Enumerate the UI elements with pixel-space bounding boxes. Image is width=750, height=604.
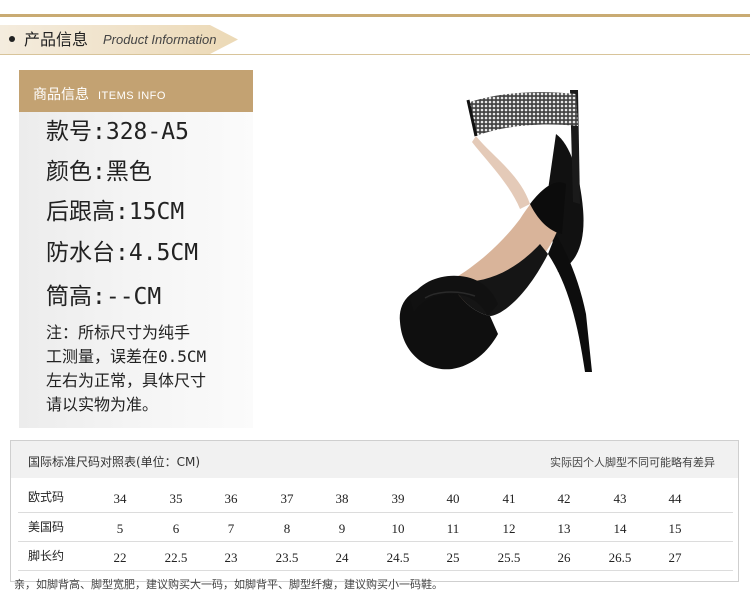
note-line: 请以实物为准。: [46, 395, 159, 414]
bullet-dot-icon: [9, 36, 15, 42]
size-cell: 40: [446, 491, 460, 506]
row-divider: [18, 570, 733, 571]
top-rule: [0, 14, 750, 17]
size-cell: 35: [169, 491, 183, 506]
section-title-cn: 产品信息: [24, 30, 89, 49]
row-label-us: 美国码: [28, 520, 65, 534]
size-cell: 10: [391, 521, 405, 536]
note-line: 左右为正常，具体尺寸: [46, 371, 207, 390]
size-cell: 11: [446, 521, 460, 536]
measurement-note: 注：所标尺寸为纯手 工测量，误差在0.5CM 左右为正常，具体尺寸 请以实物为准…: [46, 321, 246, 417]
size-cell: 37: [280, 491, 294, 506]
product-sandal-image: [399, 90, 592, 372]
size-cell: 6: [172, 521, 180, 536]
row-divider: [18, 512, 733, 513]
size-cell: 36: [224, 491, 238, 506]
size-cell: 7: [227, 521, 235, 536]
size-cell: 41: [502, 491, 516, 506]
size-cell: 25.5: [497, 550, 521, 565]
section-header-underline: [0, 54, 750, 55]
size-cell: 23.5: [275, 550, 299, 565]
size-cell: 8: [283, 521, 291, 536]
size-cell: 5: [116, 521, 124, 536]
note-line: 工测量，误差在0.5CM: [46, 347, 207, 366]
spec-style-number: 款号:328-A5: [46, 119, 189, 145]
size-cell: 26.5: [608, 550, 632, 565]
size-cell: 39: [391, 491, 405, 506]
spec-platform-height: 防水台:4.5CM: [46, 240, 199, 266]
size-cell: 26: [557, 550, 571, 565]
size-cell: 22.5: [164, 550, 188, 565]
size-cell: 14: [613, 521, 627, 536]
spec-color: 颜色:黑色: [46, 159, 152, 185]
size-cell: 25: [446, 550, 460, 565]
spec-shaft-height: 筒高:--CM: [46, 284, 162, 310]
size-cell: 23: [224, 550, 238, 565]
section-title-en: Product Information: [103, 32, 217, 47]
size-cell: 24: [335, 550, 349, 565]
size-cell: 22: [113, 550, 127, 565]
size-cell: 13: [557, 521, 571, 536]
size-cell: 9: [338, 521, 346, 536]
size-cell: 24.5: [386, 550, 410, 565]
size-cell: 42: [557, 491, 571, 506]
spec-heel-height: 后跟高:15CM: [46, 199, 185, 225]
size-cell: 44: [668, 491, 682, 506]
row-label-foot-length: 脚长约: [28, 549, 65, 563]
item-info-title-en: ITEMS INFO: [98, 90, 166, 102]
size-cell: 34: [113, 491, 127, 506]
size-cell: 27: [668, 550, 682, 565]
size-cell: 15: [668, 521, 682, 536]
size-cell: 38: [335, 491, 349, 506]
note-line: 注：所标尺寸为纯手: [46, 323, 191, 342]
row-divider: [18, 541, 733, 542]
item-info-title-cn: 商品信息: [33, 87, 89, 103]
row-label-eu: 欧式码: [28, 490, 65, 504]
size-cell: 12: [502, 521, 516, 536]
size-chart-note: 实际因个人脚型不同可能略有差异: [550, 456, 715, 469]
fit-advice: 亲，如脚背高、脚型宽肥，建议购买大一码，如脚背平、脚型纤瘦，建议购买小一码鞋。: [14, 578, 443, 591]
size-cell: 43: [613, 491, 627, 506]
size-chart-title: 国际标准尺码对照表(单位：CM): [28, 455, 201, 469]
